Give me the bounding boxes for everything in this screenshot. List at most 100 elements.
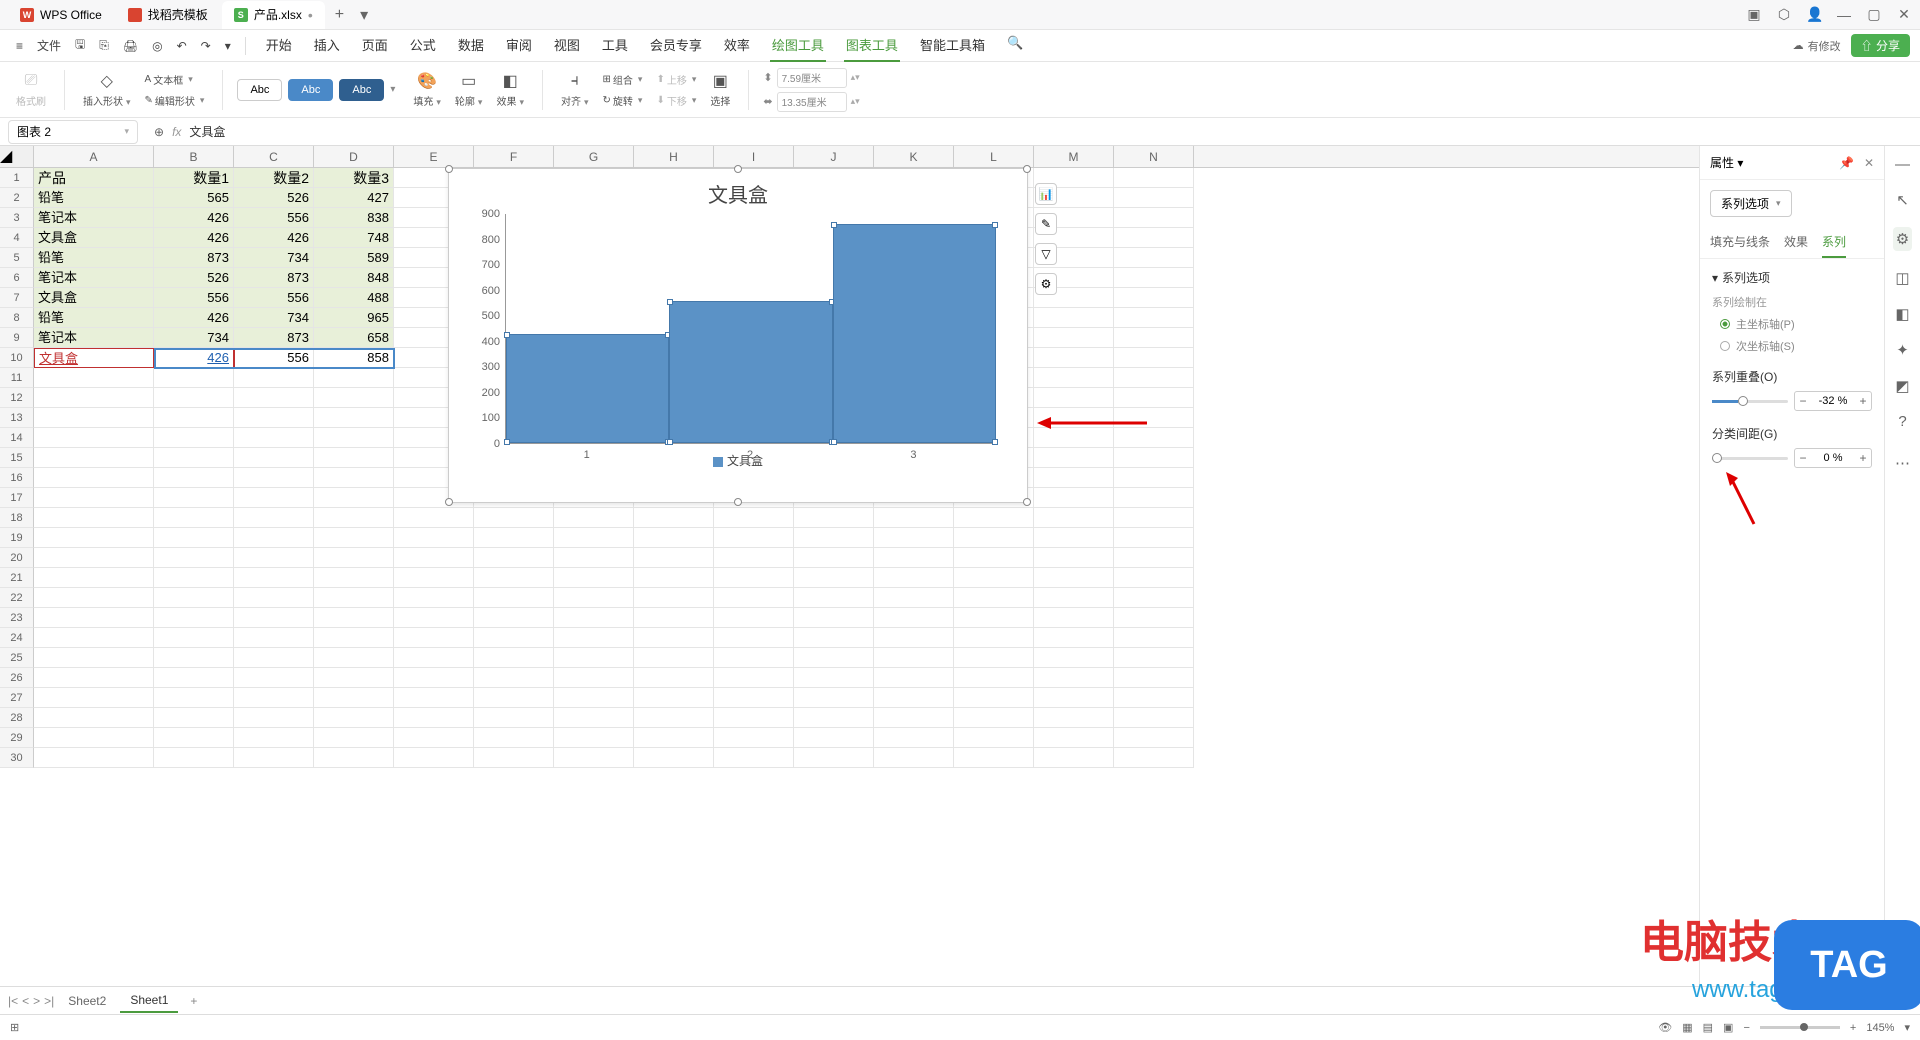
tab-menu-button[interactable]: ▾ — [352, 1, 376, 29]
fill-button[interactable]: 🎨填充 — [409, 69, 445, 110]
pin-icon[interactable]: 📌 — [1839, 156, 1854, 170]
close-panel-icon[interactable]: ✕ — [1864, 156, 1874, 170]
chart-bar[interactable] — [506, 334, 669, 443]
col-header[interactable]: E — [394, 146, 474, 167]
add-tab-button[interactable]: + — [327, 2, 352, 28]
cell[interactable] — [634, 668, 714, 688]
cell[interactable] — [1114, 628, 1194, 648]
tab-view[interactable]: 视图 — [552, 29, 582, 62]
cell[interactable] — [1114, 688, 1194, 708]
cell[interactable] — [474, 708, 554, 728]
cell[interactable] — [314, 628, 394, 648]
tab-start[interactable]: 开始 — [264, 29, 294, 62]
cell[interactable]: 铅笔 — [34, 248, 154, 268]
cursor-icon[interactable]: ↖ — [1896, 191, 1909, 209]
cell[interactable] — [314, 668, 394, 688]
cell[interactable] — [954, 548, 1034, 568]
cell[interactable] — [794, 648, 874, 668]
cell[interactable] — [154, 548, 234, 568]
row-header[interactable]: 8 — [0, 308, 34, 328]
status-icon[interactable]: ⊞ — [10, 1021, 19, 1034]
menu-icon[interactable]: ≡ — [10, 35, 29, 57]
cell[interactable] — [314, 708, 394, 728]
cell[interactable]: 734 — [234, 248, 314, 268]
zoom-value[interactable]: 145% — [1866, 1022, 1894, 1034]
cell[interactable] — [1034, 708, 1114, 728]
tab-template[interactable]: 找稻壳模板 — [116, 1, 220, 29]
cell[interactable] — [954, 648, 1034, 668]
cell[interactable] — [874, 628, 954, 648]
view-icon-2[interactable]: ▦ — [1682, 1021, 1692, 1034]
cell[interactable] — [154, 508, 234, 528]
cell[interactable] — [554, 508, 634, 528]
cell[interactable] — [954, 668, 1034, 688]
cell[interactable] — [874, 668, 954, 688]
cell[interactable] — [34, 668, 154, 688]
cell[interactable] — [1114, 168, 1194, 188]
cell[interactable] — [154, 528, 234, 548]
cell[interactable] — [1034, 668, 1114, 688]
cell[interactable]: 526 — [154, 268, 234, 288]
cell[interactable] — [154, 408, 234, 428]
tab-wps-office[interactable]: W WPS Office — [8, 1, 114, 29]
cell[interactable] — [1034, 528, 1114, 548]
cell[interactable] — [34, 368, 154, 388]
cell[interactable] — [1114, 348, 1194, 368]
undo-icon[interactable]: ↶ — [171, 35, 193, 57]
cell[interactable] — [1114, 508, 1194, 528]
cell[interactable] — [554, 588, 634, 608]
col-header[interactable]: N — [1114, 146, 1194, 167]
cell[interactable] — [154, 728, 234, 748]
rotate-button[interactable]: ↻ 旋转 — [599, 91, 647, 110]
cell[interactable] — [794, 688, 874, 708]
tab-page[interactable]: 页面 — [360, 29, 390, 62]
minimize-button[interactable]: — — [1836, 7, 1852, 23]
chart-bar[interactable] — [669, 301, 832, 443]
cell[interactable] — [394, 508, 474, 528]
row-header[interactable]: 21 — [0, 568, 34, 588]
cell[interactable] — [234, 708, 314, 728]
cell[interactable] — [34, 388, 154, 408]
cell[interactable] — [474, 688, 554, 708]
cell[interactable] — [234, 508, 314, 528]
cell[interactable] — [794, 668, 874, 688]
cell[interactable] — [874, 708, 954, 728]
cell[interactable] — [314, 528, 394, 548]
cell[interactable] — [234, 668, 314, 688]
cell[interactable] — [1114, 708, 1194, 728]
col-header[interactable]: G — [554, 146, 634, 167]
zoom-slider[interactable] — [1760, 1026, 1840, 1029]
cell[interactable] — [474, 648, 554, 668]
cell[interactable] — [554, 708, 634, 728]
cell[interactable] — [1034, 548, 1114, 568]
cell[interactable] — [794, 528, 874, 548]
cell[interactable]: 文具盒 — [34, 348, 154, 368]
cell[interactable] — [34, 488, 154, 508]
cell[interactable] — [1114, 588, 1194, 608]
spreadsheet-area[interactable]: ◢ A B C D E F G H I J K L M N 1产品数量1数量2数… — [0, 146, 1699, 986]
tab-review[interactable]: 审阅 — [504, 29, 534, 62]
cell[interactable] — [634, 708, 714, 728]
cell[interactable] — [714, 588, 794, 608]
cell[interactable]: 426 — [234, 228, 314, 248]
row-header[interactable]: 2 — [0, 188, 34, 208]
cell[interactable] — [794, 508, 874, 528]
cell[interactable] — [634, 508, 714, 528]
cell[interactable] — [634, 648, 714, 668]
cell[interactable]: 笔记本 — [34, 268, 154, 288]
cell[interactable] — [154, 368, 234, 388]
cell[interactable] — [1114, 388, 1194, 408]
zoom-in-button[interactable]: + — [1850, 1022, 1856, 1034]
cell[interactable] — [1114, 568, 1194, 588]
tab-chart[interactable]: 图表工具 — [844, 29, 900, 62]
cell[interactable] — [1034, 608, 1114, 628]
cell[interactable] — [234, 588, 314, 608]
data-icon[interactable]: ◩ — [1895, 377, 1909, 395]
cell[interactable]: 556 — [234, 288, 314, 308]
cell[interactable]: 526 — [234, 188, 314, 208]
cell[interactable] — [314, 728, 394, 748]
cell[interactable] — [1114, 748, 1194, 768]
cell[interactable] — [234, 368, 314, 388]
cell[interactable] — [314, 488, 394, 508]
settings-icon[interactable]: ⚙ — [1893, 227, 1912, 251]
